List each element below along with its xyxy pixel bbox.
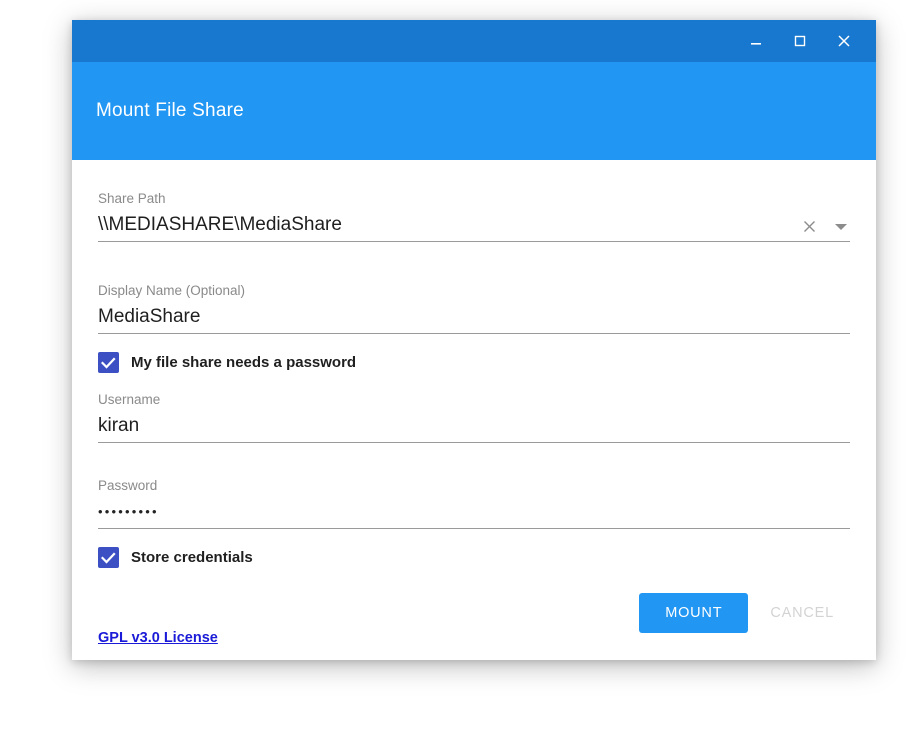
display-name-value: MediaShare (98, 306, 201, 327)
username-label: Username (98, 392, 161, 407)
password-label: Password (98, 478, 158, 493)
minimize-button[interactable] (734, 20, 778, 62)
share-path-value: \\MEDIASHARE\MediaShare (98, 214, 342, 235)
needs-password-label: My file share needs a password (131, 354, 357, 371)
store-credentials-checkbox[interactable] (98, 547, 119, 568)
display-name-input[interactable]: MediaShare (98, 303, 850, 334)
close-button[interactable] (822, 20, 866, 62)
dialog-header: Mount File Share (72, 62, 876, 160)
share-path-field: Share Path \\MEDIASHARE\MediaShare (98, 190, 850, 242)
window-titlebar (72, 20, 876, 62)
display-name-field: Display Name (Optional) MediaShare (98, 282, 850, 334)
password-value: ••••••••• (98, 504, 159, 519)
store-credentials-label: Store credentials (131, 549, 253, 566)
username-input[interactable]: kiran (98, 412, 850, 443)
mount-file-share-dialog: Mount File Share Share Path \\MEDIASHARE… (72, 20, 876, 660)
store-credentials-checkbox-row[interactable]: Store credentials (98, 547, 850, 568)
clear-icon[interactable] (801, 218, 818, 235)
dropdown-caret-icon[interactable] (834, 222, 848, 232)
license-link[interactable]: GPL v3.0 License (98, 630, 218, 646)
mount-button[interactable]: MOUNT (639, 593, 749, 633)
password-field: Password ••••••••• (98, 477, 850, 529)
share-path-input[interactable]: \\MEDIASHARE\MediaShare (98, 211, 850, 242)
maximize-button[interactable] (778, 20, 822, 62)
page-title: Mount File Share (96, 100, 244, 121)
username-field: Username kiran (98, 391, 850, 443)
display-name-label: Display Name (Optional) (98, 283, 246, 298)
share-path-icons (801, 218, 850, 237)
password-input[interactable]: ••••••••• (98, 498, 850, 529)
share-path-label: Share Path (98, 191, 166, 206)
dialog-footer: GPL v3.0 License MOUNT CANCEL (72, 574, 876, 660)
cancel-button[interactable]: CANCEL (754, 593, 850, 633)
needs-password-checkbox-row[interactable]: My file share needs a password (98, 352, 850, 373)
username-value: kiran (98, 415, 140, 436)
footer-actions: MOUNT CANCEL (639, 593, 850, 633)
dialog-body: Share Path \\MEDIASHARE\MediaShare Displ… (72, 160, 876, 660)
needs-password-checkbox[interactable] (98, 352, 119, 373)
